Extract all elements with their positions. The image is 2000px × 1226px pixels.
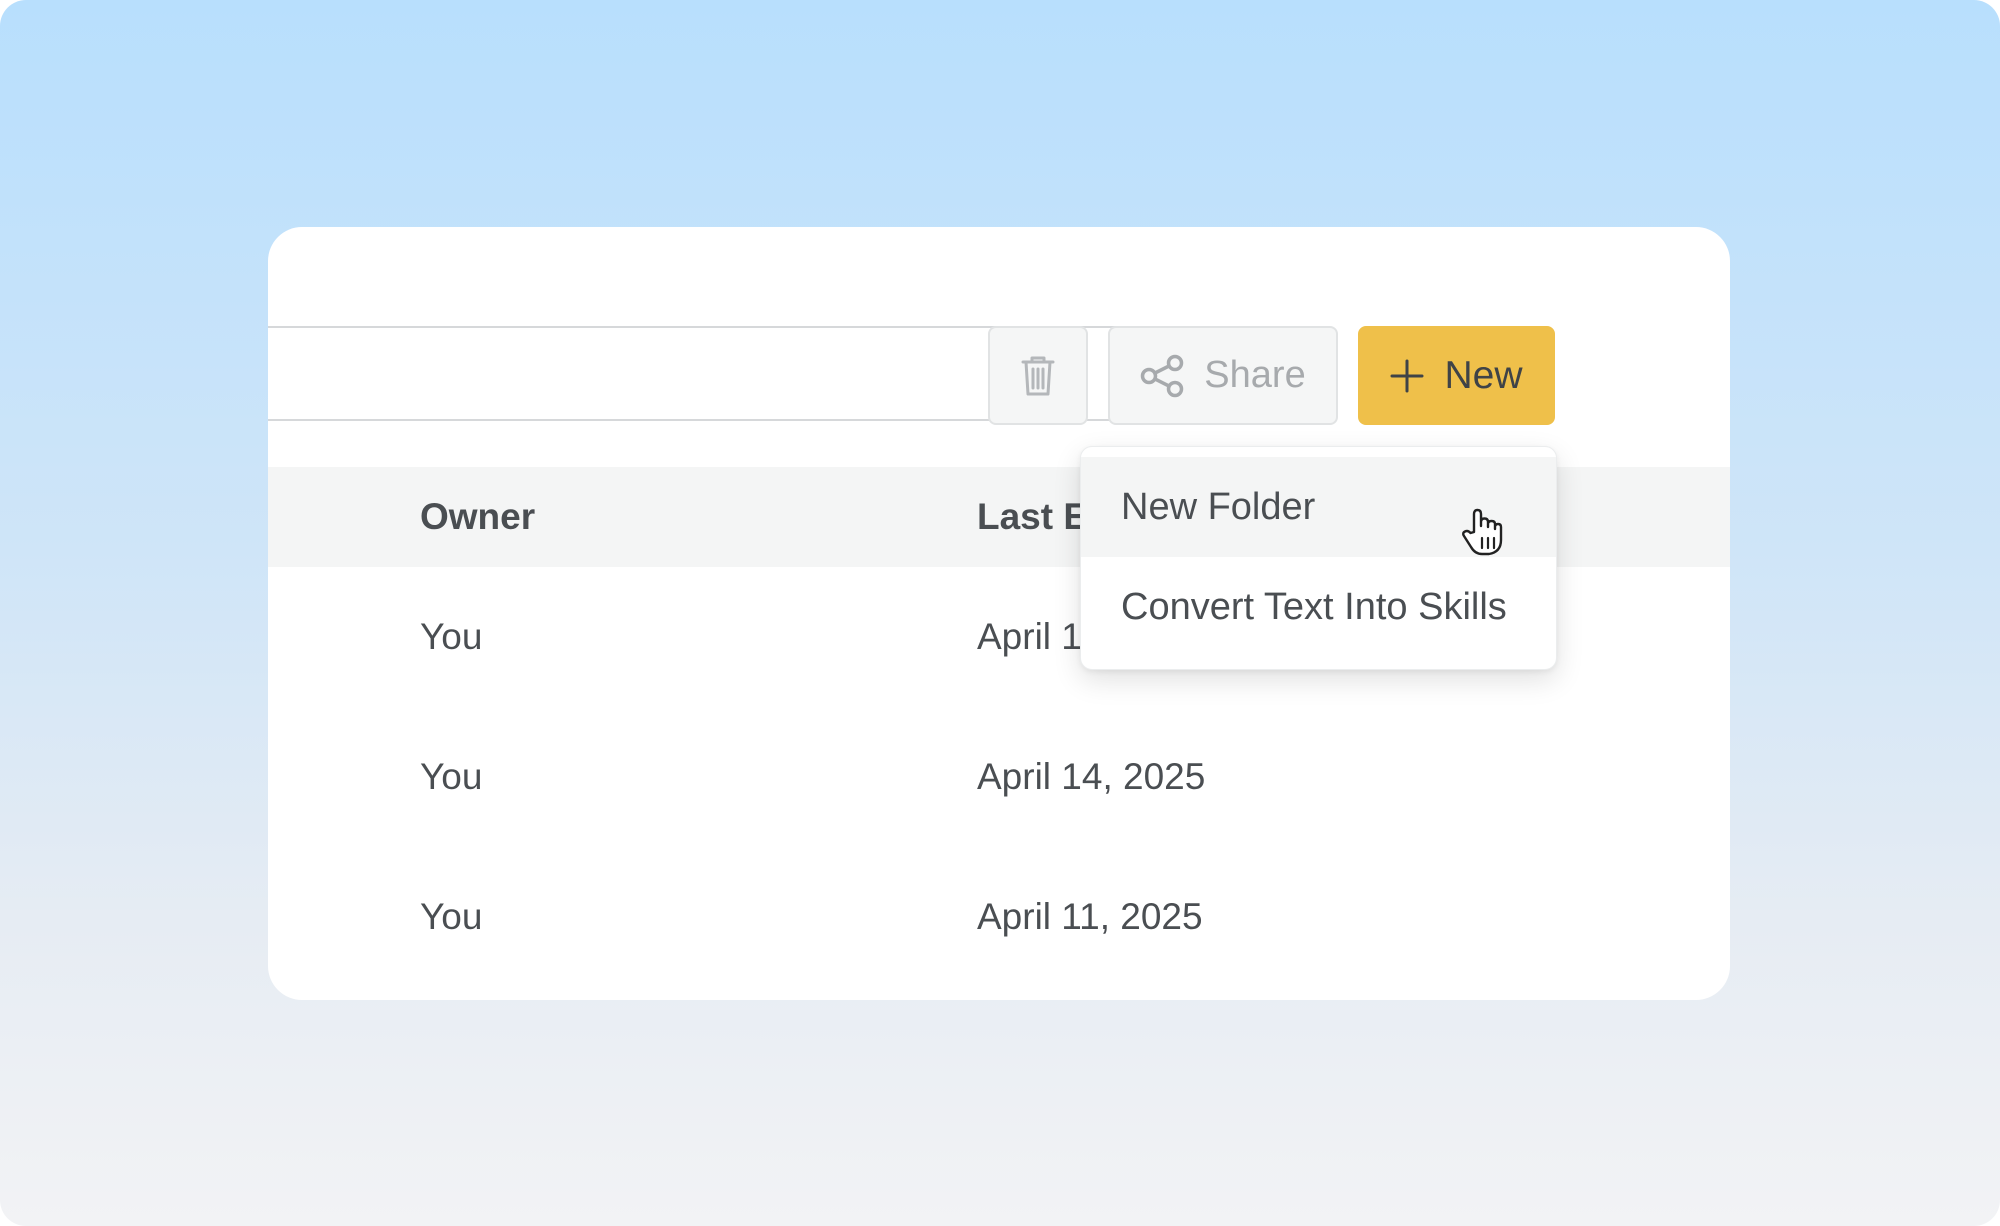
share-icon	[1141, 354, 1184, 397]
last-edited-cell: April 11, 2025	[977, 896, 1203, 937]
plus-icon	[1390, 359, 1424, 392]
share-button[interactable]: Share	[1108, 326, 1338, 425]
owner-cell: You	[420, 616, 483, 657]
trash-icon	[1021, 356, 1055, 395]
new-dropdown-menu: New Folder Convert Text Into Skills	[1080, 446, 1557, 670]
table-row[interactable]: You April 11, 2025	[268, 847, 1730, 987]
last-edited-cell: April 1	[977, 616, 1082, 657]
table-row[interactable]: You April 14, 2025	[268, 707, 1730, 847]
search-input[interactable]	[268, 326, 1233, 421]
share-button-label: Share	[1204, 354, 1306, 396]
column-header-last-edited[interactable]: Last E	[977, 467, 1087, 567]
last-edited-cell: April 14, 2025	[977, 756, 1206, 797]
menu-item-convert-text-into-skills[interactable]: Convert Text Into Skills	[1081, 557, 1556, 657]
delete-button[interactable]	[988, 326, 1088, 425]
new-button-label: New	[1444, 353, 1523, 397]
column-header-owner[interactable]: Owner	[420, 467, 535, 567]
owner-cell: You	[420, 756, 483, 797]
hand-pointer-cursor-icon	[1462, 508, 1503, 556]
background: Share New Owner Last E You April 1 You A…	[0, 0, 2000, 1226]
new-button[interactable]: New	[1358, 326, 1555, 425]
owner-cell: You	[420, 896, 483, 937]
